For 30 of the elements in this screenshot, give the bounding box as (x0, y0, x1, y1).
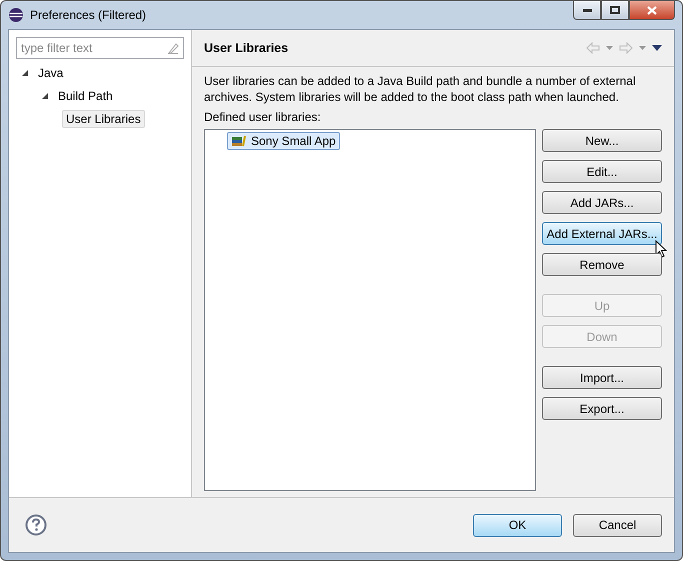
dialog-button[interactable]: Cancel (573, 514, 662, 536)
side-button[interactable]: Remove (542, 253, 662, 276)
help-icon[interactable] (25, 514, 47, 536)
maximize-icon (610, 6, 620, 14)
minimize-icon (582, 8, 592, 12)
description-text: User libraries can be added to a Java Build path and bundle a number of external archives. System libraries will be added to the boot class path when launched. (204, 73, 637, 105)
side-button[interactable]: Add JARs... (542, 191, 662, 214)
minimize-button[interactable] (573, 1, 601, 20)
side-button[interactable]: New... (542, 129, 662, 152)
close-button[interactable] (629, 1, 675, 20)
library-item[interactable]: Sony Small App (227, 132, 340, 150)
expanded-arrow-icon[interactable] (42, 92, 48, 98)
mouse-cursor-icon (655, 240, 667, 258)
tree-item[interactable]: User Libraries (62, 110, 145, 128)
page-title: User Libraries (204, 41, 288, 55)
expanded-arrow-icon[interactable] (22, 70, 28, 76)
tree-item[interactable]: Java (34, 64, 68, 82)
tree-item[interactable]: Build Path (54, 86, 117, 104)
side-button[interactable]: Export... (542, 397, 662, 420)
window-title: Preferences (Filtered) (30, 8, 146, 22)
menu-caret-icon[interactable] (652, 45, 662, 51)
side-button[interactable]: Edit... (542, 160, 662, 183)
books-icon (231, 134, 247, 148)
dialog-button[interactable]: OK (473, 514, 562, 536)
filter-field[interactable]: type filter text (16, 37, 184, 59)
maximize-button[interactable] (601, 1, 629, 20)
close-icon (647, 6, 657, 14)
side-button[interactable]: Import... (542, 366, 662, 389)
list-label: Defined user libraries: (204, 109, 322, 125)
libraries-list[interactable]: Sony Small App (204, 129, 536, 491)
